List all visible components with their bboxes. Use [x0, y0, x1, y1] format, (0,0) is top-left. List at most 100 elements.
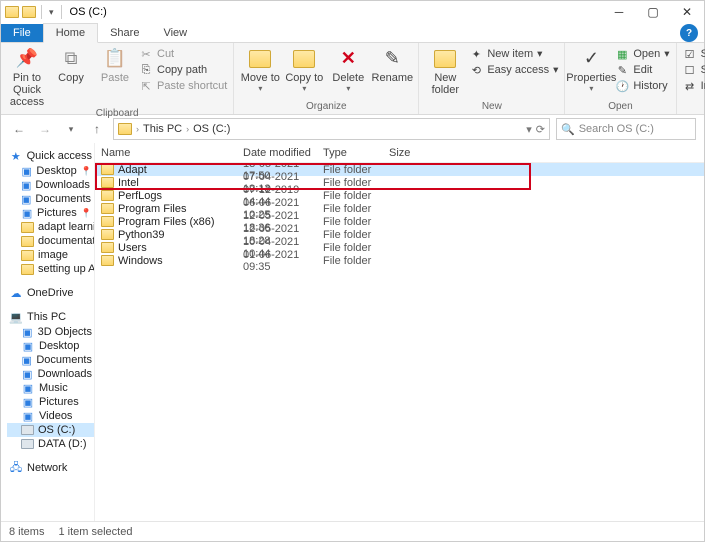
sidebar-item-quick[interactable]: ▣Pictures📍 [7, 206, 94, 220]
minimize-button[interactable]: ─ [602, 1, 636, 23]
folder-icon: ▣ [21, 396, 35, 408]
col-date[interactable]: Date modified [243, 147, 323, 159]
sidebar-item-quick[interactable]: ▣Documents📍 [7, 192, 94, 206]
ribbon-tabs: File Home Share View ? [1, 23, 704, 43]
folder-icon [101, 190, 114, 201]
sidebar-item-pc[interactable]: ▣Pictures [7, 395, 94, 409]
col-type[interactable]: Type [323, 147, 389, 159]
sidebar-item-quick[interactable]: adapt learning tool [7, 220, 94, 234]
drive-icon [21, 425, 34, 435]
tab-home[interactable]: Home [43, 23, 98, 43]
up-button[interactable]: ↑ [87, 119, 107, 139]
sidebar-network[interactable]: 🖧Network [7, 461, 94, 475]
search-box[interactable]: 🔍 Search OS (C:) [556, 118, 696, 140]
file-name: Program Files (x86) [118, 216, 215, 228]
nav-bar: ← → ▾ ↑ › This PC › OS (C:) ▾ ⟳ 🔍 Search… [1, 115, 704, 143]
file-name: Python39 [118, 229, 164, 241]
open-button[interactable]: ▦Open ▾ [615, 47, 669, 61]
search-icon: 🔍 [561, 123, 575, 136]
sidebar-item-pc[interactable]: ▣Desktop [7, 339, 94, 353]
sidebar-item-label: Desktop [39, 340, 79, 352]
help-icon[interactable]: ? [680, 24, 698, 42]
address-bar[interactable]: › This PC › OS (C:) ▾ ⟳ [113, 118, 550, 140]
file-row[interactable]: Intel07-04-2021 19:13File folder [95, 176, 704, 189]
sidebar-item-pc[interactable]: ▣Videos [7, 409, 94, 423]
crumb-current[interactable]: OS (C:) [193, 123, 230, 135]
star-icon: ★ [9, 150, 23, 162]
recent-dropdown[interactable]: ▾ [61, 119, 81, 139]
invert-selection-button[interactable]: ⇄Invert selection [683, 79, 705, 93]
file-row[interactable]: PerfLogs07-12-2019 14:44File folder [95, 189, 704, 202]
sidebar-item-pc[interactable]: OS (C:) [7, 423, 94, 437]
file-row[interactable]: Program Files06-06-2021 10:25File folder [95, 202, 704, 215]
sidebar-item-quick[interactable]: ▣Desktop📍 [7, 164, 94, 178]
easy-access-button[interactable]: ⟲Easy access ▾ [469, 63, 558, 77]
sidebar-onedrive[interactable]: ☁OneDrive [7, 286, 94, 300]
window-title: OS (C:) [70, 6, 107, 18]
sidebar-quick-access[interactable]: ★Quick access [7, 149, 94, 163]
copy-to-button[interactable]: Copy to▾ [284, 45, 324, 94]
sidebar-item-quick[interactable]: documentation [7, 234, 94, 248]
sidebar-item-label: Downloads [35, 179, 89, 191]
column-headers[interactable]: Name Date modified Type Size [95, 143, 704, 163]
file-type: File folder [323, 203, 389, 215]
sidebar-item-quick[interactable]: setting up Assesme [7, 262, 94, 276]
new-folder-icon [433, 47, 457, 71]
tab-view[interactable]: View [151, 24, 199, 42]
rename-button[interactable]: ✎Rename [372, 45, 412, 84]
refresh-icon[interactable]: ⟳ [536, 123, 545, 136]
tab-share[interactable]: Share [98, 24, 151, 42]
qat-dropdown-icon[interactable]: ▾ [47, 7, 56, 18]
sidebar-item-quick[interactable]: ▣Downloads📍 [7, 178, 94, 192]
tab-file[interactable]: File [1, 24, 43, 42]
close-button[interactable]: ✕ [670, 1, 704, 23]
col-name[interactable]: Name [101, 147, 243, 159]
invert-icon: ⇄ [683, 79, 697, 93]
edit-button[interactable]: ✎Edit [615, 63, 669, 77]
select-none-button[interactable]: ☐Select none [683, 63, 705, 77]
paste-button[interactable]: 📋 Paste [95, 45, 135, 84]
move-to-button[interactable]: Move to▾ [240, 45, 280, 94]
maximize-button[interactable]: ▢ [636, 1, 670, 23]
pin-quick-access-button[interactable]: 📌 Pin to Quick access [7, 45, 47, 108]
file-row[interactable]: Python3912-05-2021 18:28File folder [95, 228, 704, 241]
col-size[interactable]: Size [389, 147, 429, 159]
copy-button[interactable]: ⧉ Copy [51, 45, 91, 84]
cut-button[interactable]: ✂Cut [139, 47, 227, 61]
file-row[interactable]: Windows01-06-2021 09:35File folder [95, 254, 704, 267]
back-button[interactable]: ← [9, 119, 29, 139]
addr-dropdown-icon[interactable]: ▾ [526, 123, 532, 136]
forward-button[interactable]: → [35, 119, 55, 139]
folder-icon: ▣ [21, 193, 31, 205]
file-name: Intel [118, 177, 139, 189]
sidebar-item-pc[interactable]: ▣Music [7, 381, 94, 395]
group-select: ☑Select all ☐Select none ⇄Invert selecti… [677, 43, 705, 114]
sidebar-item-pc[interactable]: ▣3D Objects [7, 325, 94, 339]
folder-icon [101, 255, 114, 266]
file-row[interactable]: Adapt13-05-2021 17:50File folder [95, 163, 704, 176]
qat-explorer-icon[interactable] [22, 6, 36, 18]
file-row[interactable]: Program Files (x86)12-05-2021 18:36File … [95, 215, 704, 228]
sidebar-this-pc[interactable]: 💻This PC [7, 310, 94, 324]
sidebar-item-label: DATA (D:) [38, 438, 86, 450]
select-all-button[interactable]: ☑Select all [683, 47, 705, 61]
pin-icon: 📌 [15, 47, 39, 71]
file-name: Windows [118, 255, 163, 267]
ribbon: 📌 Pin to Quick access ⧉ Copy 📋 Paste ✂Cu… [1, 43, 704, 115]
history-button[interactable]: 🕐History [615, 79, 669, 93]
new-item-button[interactable]: ✦New item ▾ [469, 47, 558, 61]
properties-button[interactable]: ✓Properties▾ [571, 45, 611, 94]
paste-shortcut-button[interactable]: ⇱Paste shortcut [139, 79, 227, 93]
sidebar-item-pc[interactable]: DATA (D:) [7, 437, 94, 451]
folder-icon [101, 177, 114, 188]
crumb-root[interactable]: This PC [143, 123, 182, 135]
sidebar-item-pc[interactable]: ▣Downloads [7, 367, 94, 381]
folder-icon: ▣ [21, 326, 34, 338]
copy-path-button[interactable]: ⎘Copy path [139, 63, 227, 77]
new-item-icon: ✦ [469, 47, 483, 61]
delete-button[interactable]: ✕Delete▾ [328, 45, 368, 94]
file-row[interactable]: Users10-04-2021 10:44File folder [95, 241, 704, 254]
sidebar-item-pc[interactable]: ▣Documents [7, 353, 94, 367]
new-folder-button[interactable]: New folder [425, 45, 465, 96]
sidebar-item-quick[interactable]: image [7, 248, 94, 262]
